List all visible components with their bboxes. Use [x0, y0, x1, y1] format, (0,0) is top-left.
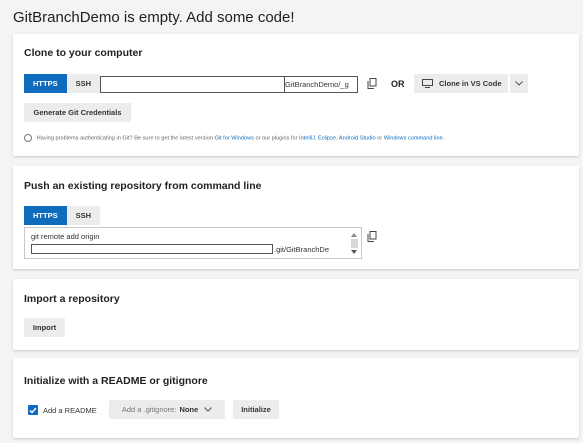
comma: ,	[336, 135, 338, 142]
help-or: or	[377, 135, 383, 142]
android-studio-link[interactable]: Android Studio	[339, 135, 376, 141]
comma: ,	[314, 135, 317, 142]
clone-options-dropdown[interactable]	[510, 74, 528, 93]
push-command-box[interactable]: git remote add origin .git/GitBranchDe	[24, 227, 362, 259]
copy-push-command-button[interactable]	[364, 228, 380, 245]
initialize-button[interactable]: Initialize	[233, 400, 279, 419]
help-mid: or our plugins for	[255, 135, 298, 142]
init-title: Initialize with a README or gitignore	[24, 375, 208, 387]
clone-ssh-tab[interactable]: SSH	[66, 74, 101, 93]
clone-card: Clone to your computer HTTPS SSH GitBran…	[13, 34, 579, 156]
add-readme-label[interactable]: Add a README	[43, 406, 97, 415]
windows-cmd-link[interactable]: Windows command line	[384, 135, 443, 141]
intellij-link[interactable]: IntelliJ	[299, 135, 315, 141]
copy-clone-url-button[interactable]	[364, 75, 380, 92]
page-title: GitBranchDemo is empty. Add some code!	[13, 9, 295, 26]
push-line-2-suffix: .git/GitBranchDe	[274, 245, 330, 254]
clone-in-vscode-button[interactable]: Clone in VS Code	[414, 74, 508, 93]
chevron-down-icon	[515, 81, 523, 86]
scroll-up-icon[interactable]	[351, 233, 357, 237]
scroll-down-icon[interactable]	[351, 250, 357, 254]
or-label: OR	[391, 79, 405, 89]
clone-url-field[interactable]	[100, 76, 285, 93]
auth-help-text: Having problems authenticating in Git? B…	[24, 134, 444, 142]
push-https-tab[interactable]: HTTPS	[24, 206, 67, 225]
chevron-down-icon	[204, 407, 213, 412]
period: .	[442, 135, 445, 142]
git-for-windows-link[interactable]: Git for Windows	[214, 135, 253, 141]
import-title: Import a repository	[24, 293, 120, 305]
copy-icon	[367, 231, 377, 242]
clone-in-vscode-label: Clone in VS Code	[439, 79, 502, 88]
clone-title: Clone to your computer	[24, 47, 143, 59]
import-card: Import a repository Import	[13, 279, 579, 350]
scroll-track[interactable]	[351, 239, 358, 248]
eclipse-link[interactable]: Eclipse	[318, 135, 336, 141]
info-icon	[24, 134, 32, 142]
push-card: Push an existing repository from command…	[13, 166, 579, 269]
copy-icon	[367, 78, 377, 89]
import-button[interactable]: Import	[24, 318, 65, 337]
clone-protocol-toggle: HTTPS SSH	[24, 74, 101, 93]
init-card: Initialize with a README or gitignore Ad…	[13, 358, 579, 438]
push-title: Push an existing repository from command…	[24, 180, 262, 192]
push-line-2-redacted	[31, 244, 273, 254]
help-prefix: Having problems authenticating in Git? B…	[36, 135, 213, 142]
push-line-1: git remote add origin	[31, 232, 100, 241]
push-ssh-tab[interactable]: SSH	[66, 206, 101, 225]
push-protocol-toggle: HTTPS SSH	[24, 206, 101, 225]
clone-https-tab[interactable]: HTTPS	[24, 74, 67, 93]
checkmark-icon	[29, 407, 37, 414]
gitignore-prefix: Add a .gitignore:	[121, 405, 177, 414]
clone-url-field-end	[283, 76, 358, 93]
vscode-icon	[422, 79, 433, 88]
gitignore-value: None	[179, 405, 199, 414]
generate-credentials-button[interactable]: Generate Git Credentials	[24, 103, 131, 122]
add-readme-checkbox[interactable]	[28, 405, 38, 415]
gitignore-dropdown[interactable]: Add a .gitignore: None	[109, 400, 225, 419]
